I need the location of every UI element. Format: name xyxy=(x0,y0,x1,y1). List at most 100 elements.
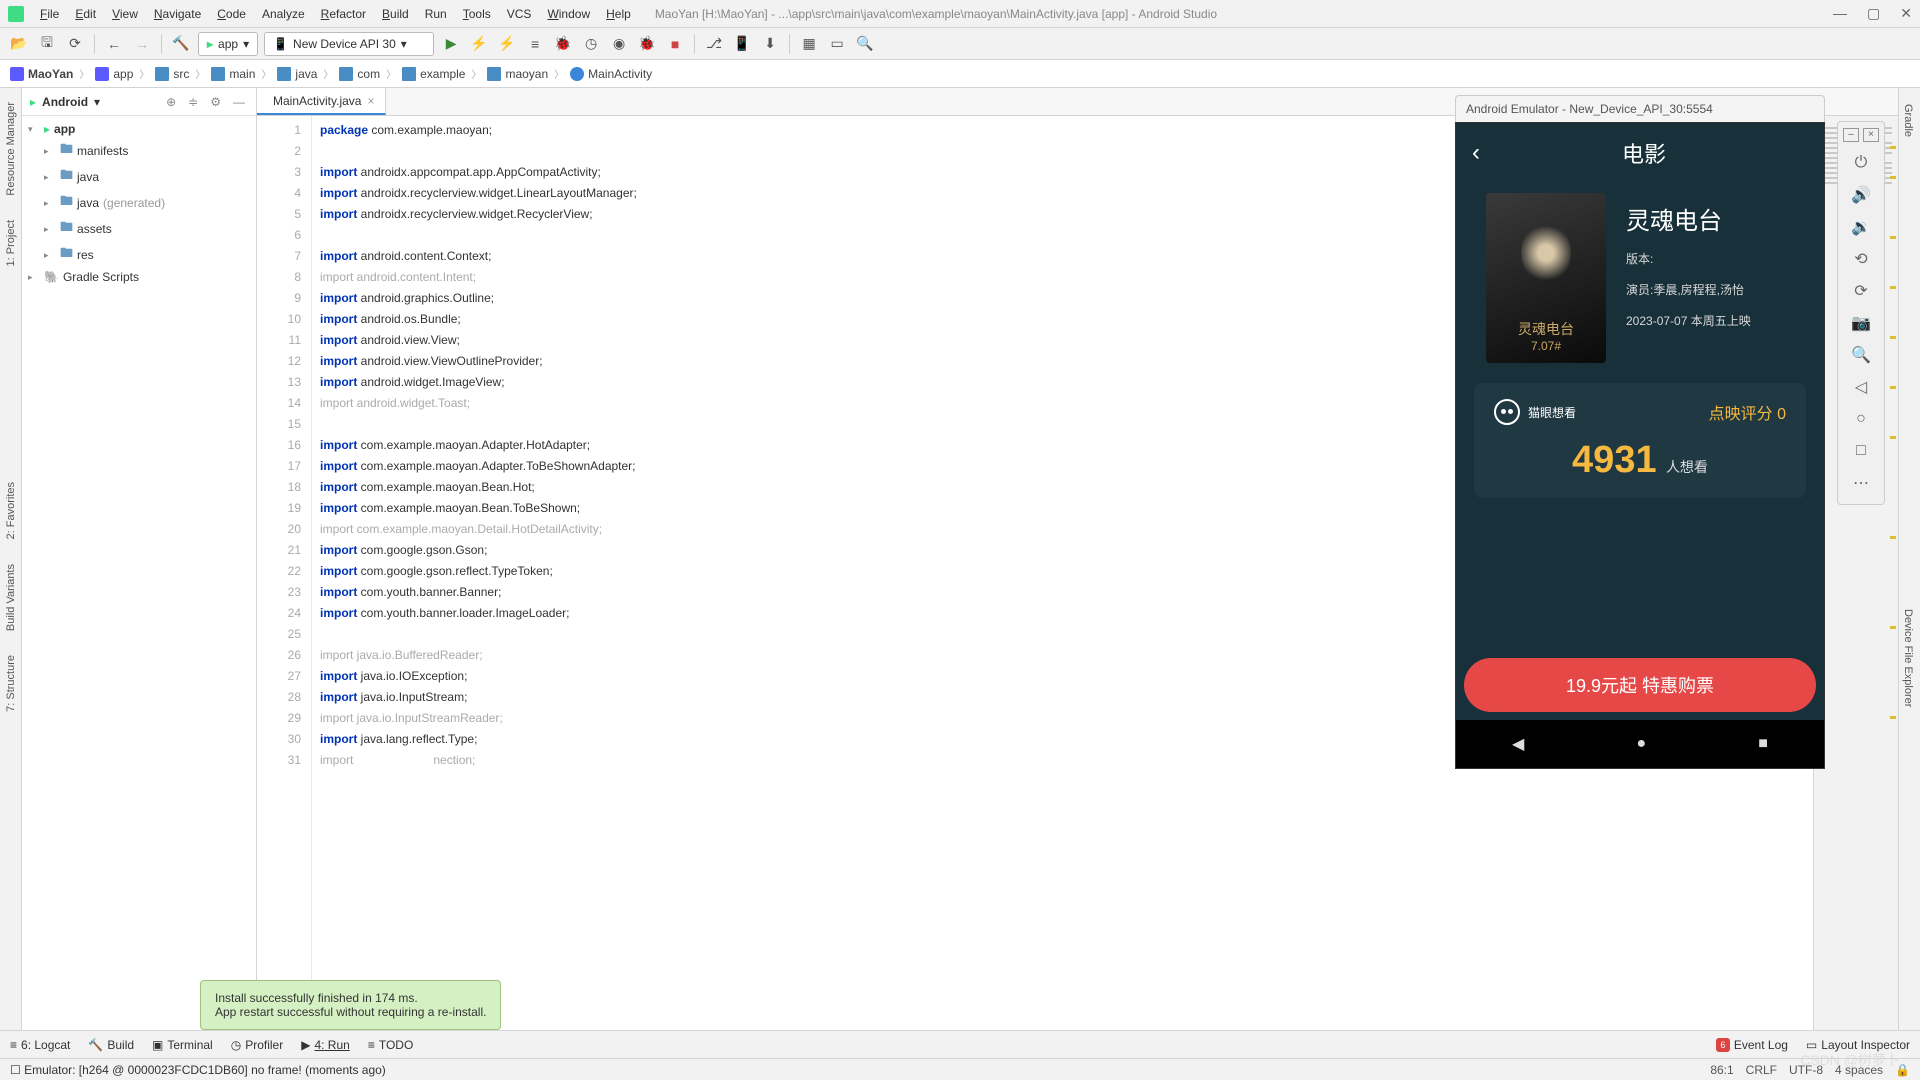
tool-project[interactable]: 1: Project xyxy=(5,214,17,272)
emu-volume-down-icon[interactable]: 🔉 xyxy=(1845,212,1877,242)
emu-camera-icon[interactable]: 📷 xyxy=(1845,308,1877,338)
avd-icon[interactable]: 📱 xyxy=(731,33,753,55)
emu-more-icon[interactable]: ⋯ xyxy=(1845,468,1877,498)
emu-rotate-right-icon[interactable]: ⟳ xyxy=(1845,276,1877,306)
bc-src[interactable]: src xyxy=(155,67,189,81)
project-structure-icon[interactable]: ▦ xyxy=(798,33,820,55)
app-back-icon[interactable]: ‹ xyxy=(1472,139,1480,167)
forward-icon[interactable]: → xyxy=(131,33,153,55)
tool-structure[interactable]: 7: Structure xyxy=(5,649,17,718)
git-icon[interactable]: ⎇ xyxy=(703,33,725,55)
emu-close-icon[interactable]: × xyxy=(1863,128,1879,142)
bc-app[interactable]: app xyxy=(95,67,133,81)
apply-changes-icon[interactable]: ⚡ xyxy=(468,33,490,55)
tree-java-generated[interactable]: ▸🖿java (generated) xyxy=(22,190,256,216)
tab-close-icon[interactable]: × xyxy=(367,94,374,108)
stop-icon[interactable]: ■ xyxy=(664,33,686,55)
profile-icon[interactable]: ◷ xyxy=(580,33,602,55)
debug-icon[interactable]: 🐞 xyxy=(552,33,574,55)
menu-help[interactable]: Help xyxy=(598,4,639,24)
apply-code-icon[interactable]: ⚡ xyxy=(496,33,518,55)
menu-build[interactable]: Build xyxy=(374,4,417,24)
bc-maoyan[interactable]: maoyan xyxy=(487,67,548,81)
tool-terminal[interactable]: ▣ Terminal xyxy=(152,1038,213,1052)
settings-icon[interactable]: ▭ xyxy=(826,33,848,55)
tool-todo[interactable]: ≡ TODO xyxy=(368,1038,413,1052)
menu-analyze[interactable]: Analyze xyxy=(254,4,313,24)
tool-profiler[interactable]: ◷ Profiler xyxy=(231,1038,284,1052)
attach-process-icon[interactable]: 🐞 xyxy=(636,33,658,55)
tree-res[interactable]: ▸🖿res xyxy=(22,242,256,268)
tool-logcat[interactable]: ≡ 6: Logcat xyxy=(10,1038,70,1052)
bc-com[interactable]: com xyxy=(339,67,380,81)
movie-poster[interactable]: 灵魂电台 7.07# xyxy=(1486,193,1606,363)
tab-main-activity[interactable]: MainActivity.java × xyxy=(257,88,386,115)
menu-tools[interactable]: Tools xyxy=(455,4,499,24)
save-icon[interactable]: 🖫 xyxy=(36,33,58,55)
status-position[interactable]: 86:1 xyxy=(1710,1063,1733,1077)
nav-recent-icon[interactable]: ■ xyxy=(1758,735,1768,753)
emu-volume-up-icon[interactable]: 🔊 xyxy=(1845,180,1877,210)
close-button[interactable]: ✕ xyxy=(1900,5,1912,22)
menu-window[interactable]: Window xyxy=(539,4,598,24)
bc-main[interactable]: main xyxy=(211,67,255,81)
sync-icon[interactable]: ⟳ xyxy=(64,33,86,55)
tool-build-variants[interactable]: Build Variants xyxy=(5,558,17,637)
emu-home-icon[interactable]: ○ xyxy=(1845,404,1877,434)
maximize-button[interactable]: ▢ xyxy=(1867,5,1880,22)
nav-home-icon[interactable]: ● xyxy=(1636,735,1646,753)
menu-refactor[interactable]: Refactor xyxy=(313,4,374,24)
emulator-title[interactable]: Android Emulator - New_Device_API_30:555… xyxy=(1455,95,1825,122)
tree-app[interactable]: ▾▸app xyxy=(22,120,256,138)
menu-view[interactable]: View xyxy=(104,4,146,24)
emu-rotate-left-icon[interactable]: ⟲ xyxy=(1845,244,1877,274)
emu-back-icon[interactable]: ◁ xyxy=(1845,372,1877,402)
sdk-icon[interactable]: ⬇ xyxy=(759,33,781,55)
back-icon[interactable]: ← xyxy=(103,33,125,55)
search-icon[interactable]: 🔍 xyxy=(854,33,876,55)
run-icon[interactable]: ▶ xyxy=(440,33,462,55)
tree-manifests[interactable]: ▸🖿manifests xyxy=(22,138,256,164)
menu-vcs[interactable]: VCS xyxy=(499,4,540,24)
tree-java[interactable]: ▸🖿java xyxy=(22,164,256,190)
emu-overview-icon[interactable]: □ xyxy=(1845,436,1877,466)
attach-debugger-icon[interactable]: ◉ xyxy=(608,33,630,55)
emu-minimize-icon[interactable]: – xyxy=(1843,128,1859,142)
menu-file[interactable]: File xyxy=(32,4,67,24)
tool-favorites[interactable]: 2: Favorites xyxy=(5,476,17,545)
tool-event-log[interactable]: 6 Event Log xyxy=(1716,1038,1788,1052)
tool-device-file-explorer[interactable]: Device File Explorer xyxy=(1902,603,1914,713)
emu-power-icon[interactable]: ⏻ xyxy=(1845,148,1877,178)
menu-code[interactable]: Code xyxy=(209,4,254,24)
project-collapse-icon[interactable]: ≑ xyxy=(185,95,201,109)
project-hide-icon[interactable]: — xyxy=(230,95,248,109)
bc-java[interactable]: java xyxy=(277,67,317,81)
build-hammer-icon[interactable]: 🔨 xyxy=(170,33,192,55)
project-view-label[interactable]: Android xyxy=(42,95,88,109)
open-icon[interactable]: 📂 xyxy=(8,33,30,55)
project-settings-icon[interactable]: ⚙ xyxy=(207,95,224,109)
device-selector[interactable]: 📱New Device API 30▾ xyxy=(264,32,434,56)
bc-class[interactable]: MainActivity xyxy=(570,67,652,81)
emulator-screen[interactable]: ‹ 电影 灵魂电台 7.07# 灵魂电台 版本: 演员:季晨,房程程,汤怡 20… xyxy=(1455,122,1825,769)
editor-gutter: 1234567891011121314151617181920212223242… xyxy=(257,116,312,1030)
tool-build[interactable]: 🔨 Build xyxy=(88,1038,134,1052)
emu-zoom-icon[interactable]: 🔍 xyxy=(1845,340,1877,370)
buy-ticket-button[interactable]: 19.9元起 特惠购票 xyxy=(1464,658,1816,712)
tree-gradle-scripts[interactable]: ▸🐘Gradle Scripts xyxy=(22,268,256,286)
run-config-selector[interactable]: ▸app▾ xyxy=(198,32,258,56)
bc-root[interactable]: MaoYan xyxy=(10,67,73,81)
nav-back-icon[interactable]: ◀ xyxy=(1512,734,1524,754)
minimize-button[interactable]: — xyxy=(1833,5,1847,22)
tool-resource-manager[interactable]: Resource Manager xyxy=(5,96,17,202)
menu-navigate[interactable]: Navigate xyxy=(146,4,209,24)
tool-run[interactable]: ▶ 4: Run xyxy=(301,1038,350,1052)
menu-edit[interactable]: Edit xyxy=(67,4,104,24)
project-target-icon[interactable]: ⊕ xyxy=(163,95,179,109)
menu-run[interactable]: Run xyxy=(417,4,455,24)
bc-example[interactable]: example xyxy=(402,67,465,81)
status-line-sep[interactable]: CRLF xyxy=(1746,1063,1777,1077)
tool-gradle[interactable]: Gradle xyxy=(1902,98,1914,143)
tree-assets[interactable]: ▸🖿assets xyxy=(22,216,256,242)
coverage-icon[interactable]: ≡ xyxy=(524,33,546,55)
